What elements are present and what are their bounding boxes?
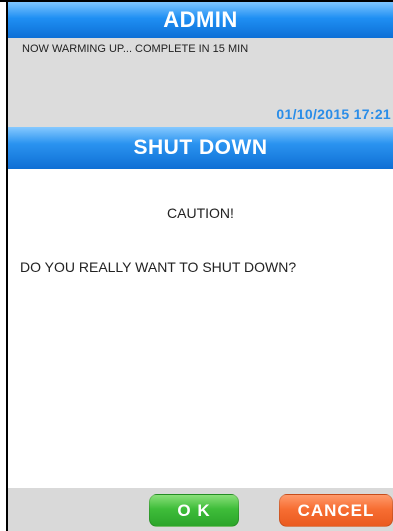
status-message: NOW WARMING UP... COMPLETE IN 15 MIN bbox=[22, 43, 249, 55]
ok-button-label: O K bbox=[177, 500, 211, 520]
dialog-body: CAUTION! DO YOU REALLY WANT TO SHUT DOWN… bbox=[8, 169, 393, 488]
confirm-question: DO YOU REALLY WANT TO SHUT DOWN? bbox=[20, 259, 297, 275]
cancel-button[interactable]: CANCEL bbox=[279, 494, 393, 527]
dialog-title: SHUT DOWN bbox=[133, 136, 268, 159]
caution-label: CAUTION! bbox=[167, 205, 234, 221]
app-title-bar: ADMIN bbox=[8, 2, 393, 38]
ok-button[interactable]: O K bbox=[149, 494, 239, 527]
button-bar: O K CANCEL bbox=[8, 488, 393, 531]
datetime-display: 01/10/2015 17:21 bbox=[276, 106, 391, 122]
cancel-button-label: CANCEL bbox=[297, 500, 375, 520]
dialog-header: SHUT DOWN bbox=[8, 127, 393, 169]
status-panel: NOW WARMING UP... COMPLETE IN 15 MIN 01/… bbox=[8, 38, 393, 127]
app-title: ADMIN bbox=[163, 7, 238, 32]
